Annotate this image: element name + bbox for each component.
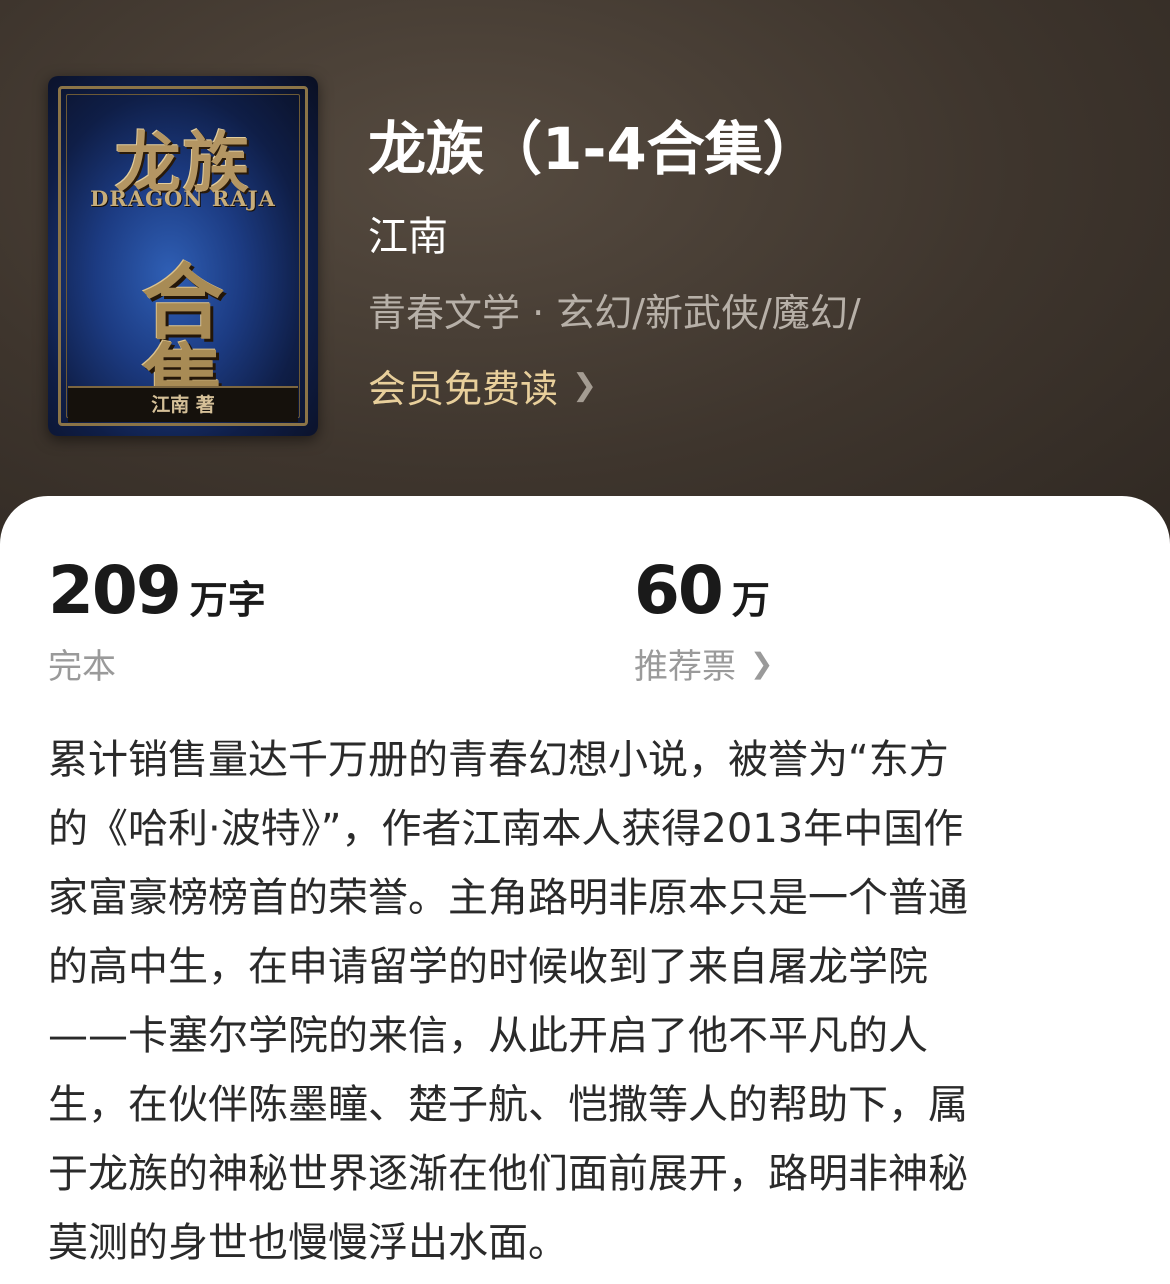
word-count-value: 209 bbox=[48, 552, 182, 629]
recommend-votes-stat[interactable]: 60 万 推荐票 ❯ bbox=[634, 552, 773, 688]
votes-unit: 万 bbox=[731, 578, 770, 622]
book-tags: 青春文学 · 玄幻/新武侠/魔幻/ bbox=[368, 291, 861, 335]
chevron-right-icon: ❯ bbox=[750, 647, 774, 680]
description-line: 家富豪榜榜首的荣誉。主角路明非原本只是一个普通 bbox=[48, 875, 968, 921]
word-count-unit: 万字 bbox=[189, 578, 266, 622]
book-cover[interactable]: 龙族 DRAGON RAJA 合 集 江南 著 bbox=[48, 76, 318, 436]
completion-status: 完本 bbox=[48, 647, 116, 687]
chevron-right-icon: ❯ bbox=[572, 368, 598, 403]
description-line: 的高中生，在申请留学的时候收到了来自屠龙学院 bbox=[48, 944, 928, 990]
description-line: 生，在伙伴陈墨瞳、楚子航、恺撒等人的帮助下，属 bbox=[48, 1082, 968, 1128]
description-line: 莫测的身世也慢慢浮出水面。 bbox=[48, 1220, 568, 1266]
book-author[interactable]: 江南 bbox=[368, 204, 448, 262]
member-free-read-link[interactable]: 会员免费读 ❯ bbox=[368, 358, 597, 413]
cover-subtitle: DRAGON RAJA bbox=[90, 186, 276, 211]
member-free-read-label: 会员免费读 bbox=[368, 367, 559, 411]
book-title: 龙族（1-4合集） bbox=[368, 115, 821, 183]
book-detail-sheet: 209 万字 完本 60 万 推荐票 ❯ 累计销售量达千万册的青春幻想小说，被誉… bbox=[0, 496, 1170, 1284]
description-line: 的《哈利·波特》”，作者江南本人获得2013年中国作 bbox=[48, 806, 964, 852]
cover-author: 江南 著 bbox=[68, 386, 298, 422]
description-line: 累计销售量达千万册的青春幻想小说，被誉为“东方 bbox=[48, 737, 949, 783]
word-count-stat: 209 万字 完本 bbox=[48, 552, 266, 688]
votes-label: 推荐票 bbox=[634, 647, 736, 687]
book-description: 累计销售量达千万册的青春幻想小说，被誉为“东方 的《哈利·波特》”，作者江南本人… bbox=[48, 726, 1120, 1278]
description-line: ——卡塞尔学院的来信，从此开启了他不平凡的人 bbox=[48, 1013, 928, 1059]
description-line: 于龙族的神秘世界逐渐在他们面前展开，路明非神秘 bbox=[48, 1151, 968, 1197]
votes-value: 60 bbox=[634, 552, 724, 629]
